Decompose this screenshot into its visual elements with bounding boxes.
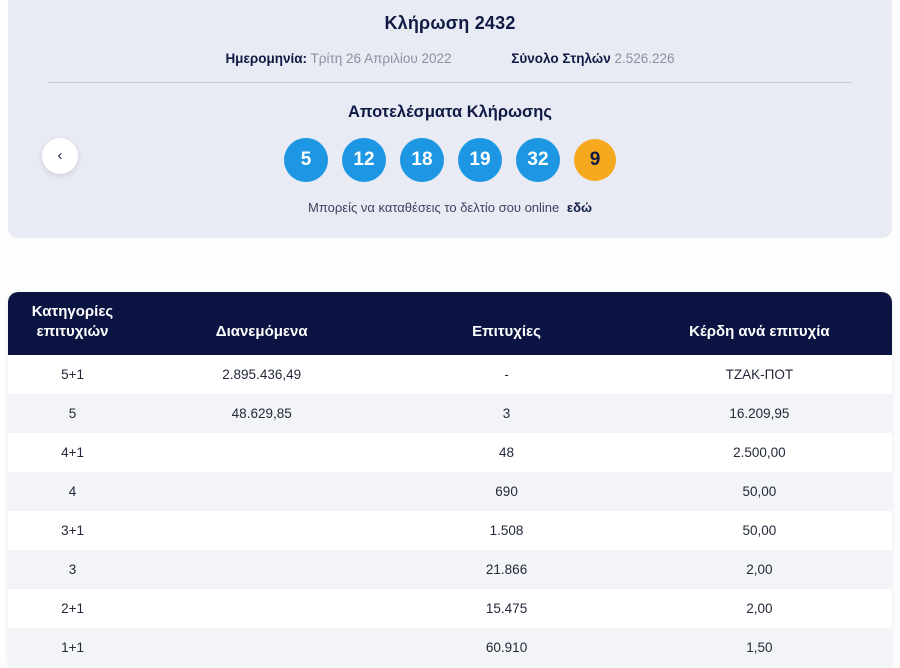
payout-cell: 50,00 — [742, 523, 777, 538]
payout-cell: 2.500,00 — [733, 445, 786, 460]
distributed-cell — [137, 550, 386, 589]
winners-cell: 60.910 — [485, 640, 528, 655]
table-row: 2+1 15.475 2,00 — [8, 589, 892, 628]
chevron-left-icon: ‹ — [57, 147, 63, 164]
results-table: Κατηγορίες επιτυχιών Διανεμόμενα Επιτυχίες… — [8, 292, 892, 667]
winning-number-ball: 12 — [342, 138, 386, 182]
payout-cell: 1,50 — [746, 640, 773, 655]
table-row: 4 690 50,00 — [8, 472, 892, 511]
table-row: 5+1 2.895.436,49 - ΤΖΑΚ-ΠΟΤ — [8, 355, 892, 394]
draw-date: Ημερομηνία: Τρίτη 26 Απριλίου 2022 — [225, 51, 451, 66]
category-cell: 3+1 — [61, 523, 84, 538]
payout-cell: 16.209,95 — [729, 406, 790, 421]
payout-cell: 2,00 — [746, 562, 773, 577]
draw-date-value: Τρίτη 26 Απριλίου 2022 — [310, 51, 452, 66]
results-table-body: 5+1 2.895.436,49 - ΤΖΑΚ-ΠΟΤ 5 48.629,85 3 16.20… — [8, 355, 892, 667]
draw-meta: Ημερομηνία: Τρίτη 26 Απριλίου 2022 Σύνολ… — [8, 51, 892, 66]
distributed-cell: 2.895.436,49 — [222, 367, 302, 382]
table-row: 5 48.629,85 3 16.209,95 — [8, 394, 892, 433]
category-cell: 3 — [68, 562, 77, 577]
winners-cell: 690 — [495, 484, 518, 499]
total-columns: Σύνολο Στηλών 2.526.226 — [511, 51, 674, 66]
distributed-cell — [137, 472, 386, 511]
table-row: 1+1 60.910 1,50 — [8, 628, 892, 667]
winners-cell: 1.508 — [489, 523, 524, 538]
results-table-header: Κατηγορίες επιτυχιών Διανεμόμενα Επιτυχίες… — [8, 292, 892, 355]
winning-number-ball: 19 — [458, 138, 502, 182]
column-header: Κέρδη ανά επιτυχία — [689, 322, 830, 340]
column-header: Κατηγορίες επιτυχιών — [31, 302, 114, 340]
results-heading: Αποτελέσματα Κλήρωσης — [348, 103, 552, 121]
category-cell: 4+1 — [61, 445, 84, 460]
table-row: 3+1 1.508 50,00 — [8, 511, 892, 550]
payout-cell: ΤΖΑΚ-ΠΟΤ — [725, 367, 794, 382]
bonus-number-ball: 9 — [574, 139, 616, 181]
winners-cell: 15.475 — [485, 601, 528, 616]
card-footer: Μπορείς να καταθέσεις το δελτίο σου onli… — [8, 200, 892, 215]
winners-cell: 48 — [499, 445, 515, 460]
winning-number-ball: 18 — [400, 138, 444, 182]
winning-numbers: 5 12 18 19 32 9 — [8, 138, 892, 182]
distributed-cell — [137, 628, 386, 667]
draw-card: Κλήρωση 2432 Ημερομηνία: Τρίτη 26 Απριλί… — [8, 0, 892, 238]
previous-draw-button[interactable]: ‹ — [42, 138, 78, 174]
winners-cell: - — [504, 367, 509, 382]
footer-text: Μπορείς να καταθέσεις το δελτίο σου onli… — [308, 200, 560, 215]
payout-cell: 50,00 — [742, 484, 777, 499]
card-divider — [48, 82, 852, 83]
total-columns-label: Σύνολο Στηλών — [511, 51, 611, 66]
column-header: Επιτυχίες — [472, 322, 541, 340]
distributed-cell — [137, 589, 386, 628]
winning-number-ball: 32 — [516, 138, 560, 182]
distributed-cell: 48.629,85 — [231, 406, 292, 421]
category-cell: 5+1 — [61, 367, 84, 382]
category-cell: 2+1 — [61, 601, 84, 616]
category-cell: 4 — [68, 484, 77, 499]
payout-cell: 2,00 — [746, 601, 773, 616]
winning-number-ball: 5 — [284, 138, 328, 182]
table-row: 3 21.866 2,00 — [8, 550, 892, 589]
winners-cell: 21.866 — [485, 562, 528, 577]
total-columns-value: 2.526.226 — [614, 51, 675, 66]
category-cell: 5 — [68, 406, 77, 421]
distributed-cell — [137, 511, 386, 550]
winners-cell: 3 — [502, 406, 511, 421]
submit-online-link[interactable]: εδώ — [567, 200, 592, 215]
distributed-cell — [137, 433, 386, 472]
table-row: 4+1 48 2.500,00 — [8, 433, 892, 472]
draw-title: Κλήρωση 2432 — [384, 13, 516, 33]
category-cell: 1+1 — [61, 640, 84, 655]
column-header: Διανεμόμενα — [215, 322, 308, 340]
draw-date-label: Ημερομηνία: — [225, 51, 308, 66]
